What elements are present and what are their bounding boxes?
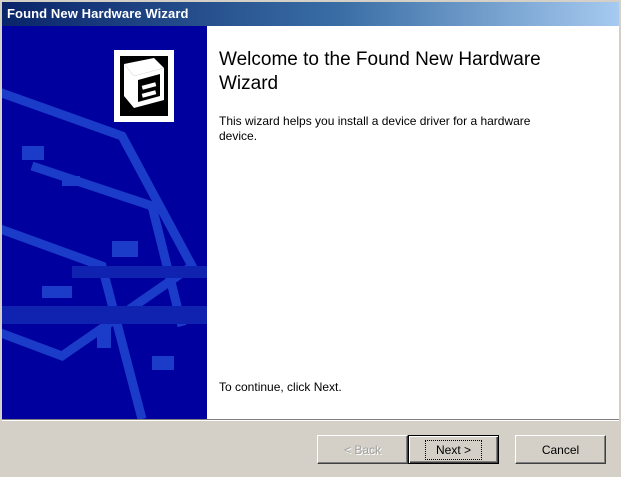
back-button[interactable]: < Back <box>317 435 408 464</box>
button-separator <box>2 419 619 421</box>
wizard-sidebar-banner <box>2 26 207 419</box>
cancel-button[interactable]: Cancel <box>515 435 606 464</box>
next-button[interactable]: Next > <box>408 435 499 464</box>
window-title: Found New Hardware Wizard <box>7 6 189 21</box>
cancel-button-label: Cancel <box>541 442 580 457</box>
continue-instruction: To continue, click Next. <box>219 380 342 394</box>
back-button-label: < Back <box>343 442 382 457</box>
hardware-drive-icon <box>112 48 176 124</box>
wizard-content: Welcome to the Found New Hardware Wizard… <box>219 26 609 419</box>
wizard-heading: Welcome to the Found New Hardware Wizard <box>219 49 541 94</box>
wizard-window: Found New Hardware Wizard Welcome to the… <box>0 0 621 477</box>
sidebar-decoration <box>2 26 207 419</box>
wizard-description: This wizard helps you install a device d… <box>219 114 531 143</box>
wizard-body: Welcome to the Found New Hardware Wizard… <box>2 26 619 419</box>
title-bar[interactable]: Found New Hardware Wizard <box>2 2 619 26</box>
next-button-label: Next > <box>424 439 482 460</box>
